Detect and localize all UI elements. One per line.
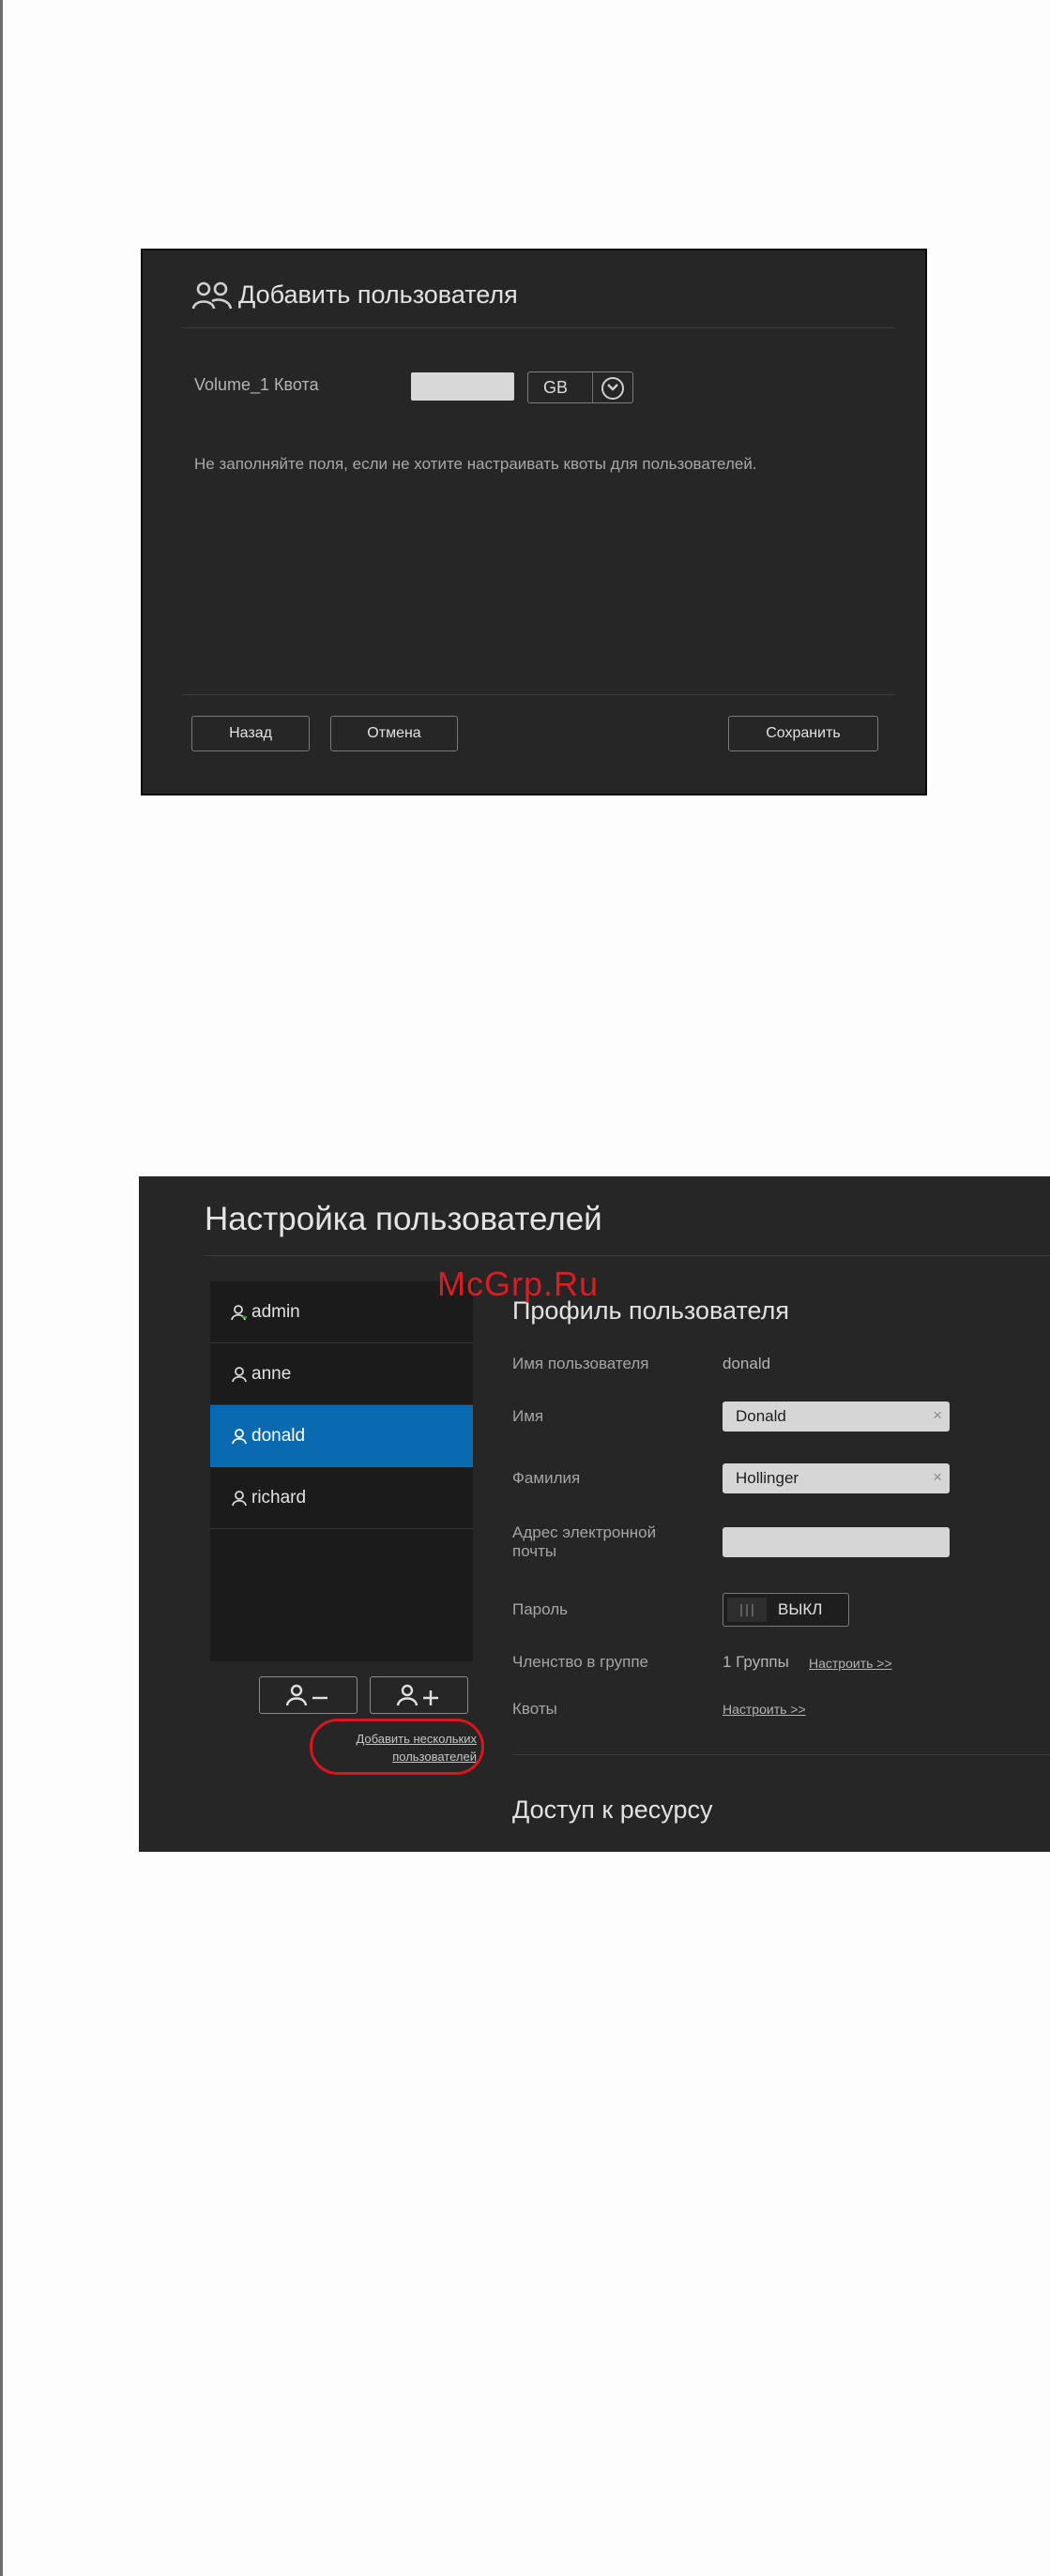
add-user-dialog: Добавить пользователя Volume_1 Квота GB … <box>141 249 927 796</box>
email-label-line1: Адрес электронной <box>512 1523 657 1541</box>
quotas-label: Квоты <box>512 1700 557 1718</box>
save-button[interactable]: Сохранить <box>728 716 878 751</box>
select-divider <box>592 372 593 402</box>
page-title: Настройка пользователей <box>205 1201 602 1237</box>
add-user-button[interactable] <box>370 1676 468 1714</box>
toggle-knob[interactable] <box>727 1598 767 1622</box>
first-name-value: Donald <box>736 1407 786 1425</box>
first-name-input[interactable]: Donald × <box>723 1402 950 1432</box>
remove-user-icon <box>285 1684 327 1706</box>
group-membership-label: Членство в группе <box>512 1653 648 1671</box>
quotas-configure-link[interactable]: Настроить >> <box>723 1702 806 1717</box>
user-name: admin <box>251 1301 300 1322</box>
page-left-rule <box>0 0 3 2576</box>
user-icon <box>232 1366 247 1382</box>
admin-user-icon <box>231 1304 247 1320</box>
email-label-line2: почты <box>512 1542 557 1560</box>
watermark: McGrp.Ru <box>437 1265 600 1303</box>
dialog-footer-divider <box>182 694 895 695</box>
back-button[interactable]: Назад <box>191 716 310 751</box>
user-list: admin anne donald richard <box>210 1281 473 1661</box>
section-divider <box>512 1754 1050 1755</box>
first-name-label: Имя <box>512 1407 544 1425</box>
user-list-item-anne[interactable]: anne <box>210 1343 473 1405</box>
highlight-annotation <box>310 1719 484 1775</box>
title-divider <box>205 1255 1050 1256</box>
quota-unit-value: GB <box>543 378 569 397</box>
user-list-item-richard[interactable]: richard <box>210 1467 473 1529</box>
dialog-title: Добавить пользователя <box>238 280 518 309</box>
group-configure-link[interactable]: Настроить >> <box>809 1656 892 1671</box>
user-name: donald <box>251 1426 306 1446</box>
quota-hint: Не заполняйте поля, если не хотите настр… <box>194 455 757 473</box>
clear-icon[interactable]: × <box>933 1406 942 1425</box>
dialog-header-divider <box>182 327 895 328</box>
quota-label: Volume_1 Квота <box>194 375 319 394</box>
user-list-item-admin[interactable]: admin <box>210 1281 473 1343</box>
clear-icon[interactable]: × <box>933 1468 942 1487</box>
email-input[interactable] <box>723 1527 950 1557</box>
username-value: donald <box>723 1355 771 1372</box>
email-label: Адрес электронной почты <box>512 1523 656 1561</box>
user-icon <box>232 1490 247 1506</box>
last-name-input[interactable]: Hollinger × <box>723 1463 950 1493</box>
users-icon <box>191 281 233 310</box>
password-toggle[interactable]: ВЫКЛ <box>723 1593 849 1627</box>
dialog-header: Добавить пользователя <box>191 279 518 311</box>
last-name-value: Hollinger <box>736 1469 799 1487</box>
password-label: Пароль <box>512 1600 568 1618</box>
chevron-down-icon[interactable] <box>601 377 624 400</box>
last-name-label: Фамилия <box>512 1469 581 1487</box>
remove-user-button[interactable] <box>259 1676 358 1714</box>
user-list-item-donald[interactable]: donald <box>210 1405 473 1467</box>
share-access-title: Доступ к ресурсу <box>512 1796 713 1824</box>
cancel-button[interactable]: Отмена <box>330 716 458 751</box>
username-label: Имя пользователя <box>512 1355 649 1372</box>
quota-unit-select[interactable]: GB <box>527 371 633 403</box>
password-toggle-state: ВЫКЛ <box>778 1600 823 1618</box>
add-user-icon <box>396 1684 438 1706</box>
group-membership-value: 1 Группы <box>723 1653 789 1671</box>
user-name: richard <box>251 1487 307 1508</box>
user-name: anne <box>251 1363 292 1384</box>
user-icon <box>232 1429 247 1445</box>
quota-input[interactable] <box>411 372 514 401</box>
